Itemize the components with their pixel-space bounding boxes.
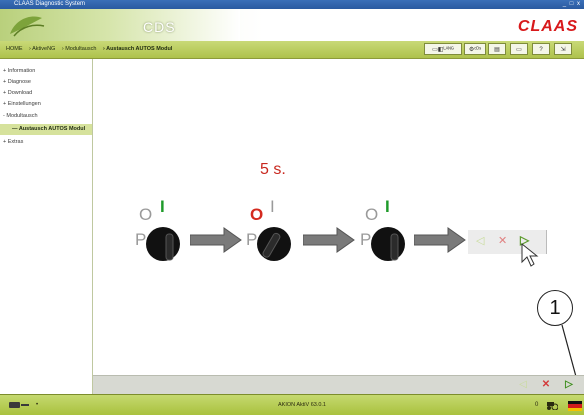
sidebar-item-extras[interactable]: + Extras xyxy=(3,137,23,147)
doc-button[interactable]: ▤ xyxy=(488,43,506,55)
breadcrumb-aktiveng[interactable]: › AktiveNG xyxy=(29,46,55,52)
switch1-on-label: I xyxy=(160,197,165,216)
help-button[interactable]: ? xyxy=(532,43,550,55)
status-bar: • AKION AktiV 63.0.1 0 xyxy=(0,394,584,415)
logo-leaf-icon xyxy=(10,16,45,37)
timer-label: 5 s. xyxy=(260,161,286,178)
arrow-1-icon xyxy=(190,227,242,253)
navigation-bar xyxy=(93,375,584,395)
app-header: CDS CLAAS xyxy=(0,9,584,41)
sidebar-item-modultausch[interactable]: - Modultausch xyxy=(3,111,38,121)
switch3-on-label: I xyxy=(385,197,390,216)
switch2-knob-icon xyxy=(257,227,291,261)
sidebar-item-austausch-autos-modul[interactable]: — Austausch AUTOS Modul xyxy=(12,124,85,134)
version-label: AKION AktiV 63.0.1 xyxy=(278,402,326,408)
sidebar-item-information[interactable]: + Information xyxy=(3,66,35,76)
arrow-2-icon xyxy=(303,227,355,253)
cancel-button[interactable]: ✕ xyxy=(538,378,554,391)
callout-number: 1 xyxy=(549,297,561,319)
connection-dots: • xyxy=(36,402,39,408)
arrow-3-icon xyxy=(414,227,466,253)
breadcrumb-home[interactable]: HOME xyxy=(6,46,23,52)
app-name: CDS xyxy=(143,19,176,35)
breadcrumb-current: › Austausch AUTOS Modul xyxy=(102,46,173,52)
back-button[interactable]: ◁ xyxy=(515,378,531,391)
connection-icon xyxy=(9,402,29,408)
breadcrumb: HOME › AktiveNG › Modultausch › Austausc… xyxy=(6,41,177,58)
window-controls[interactable]: _ □ x xyxy=(563,1,581,8)
language-flag-icon[interactable] xyxy=(568,401,582,411)
manual-button[interactable]: ▭◧ᴸᴬᴺᴳ xyxy=(424,43,462,55)
tractor-icon xyxy=(547,402,558,410)
mini-back-icon: ◁ xyxy=(476,235,485,247)
sidebar-item-einstellungen[interactable]: + Einstellungen xyxy=(3,99,41,109)
brand-logo: CLAAS xyxy=(517,18,578,35)
sidebar-item-download[interactable]: + Download xyxy=(3,88,32,98)
breadcrumb-modultausch[interactable]: › Modultausch xyxy=(62,46,97,52)
toolbar: HOME › AktiveNG › Modultausch › Austausc… xyxy=(0,41,584,59)
sidebar: + Information + Diagnose + Download + Ei… xyxy=(0,59,93,394)
main-content xyxy=(93,59,584,375)
sidebar-item-diagnose[interactable]: + Diagnose xyxy=(3,77,31,87)
mouse-cursor-icon xyxy=(521,242,539,267)
next-button[interactable]: ▷ xyxy=(561,378,577,391)
status-count: 0 xyxy=(535,402,539,408)
exit-button[interactable]: ⇲ xyxy=(554,43,572,55)
info-button[interactable]: ▭ xyxy=(510,43,528,55)
window-titlebar: CLAAS Diagnostic System _ □ x xyxy=(0,0,584,9)
switch3-knob-icon xyxy=(371,227,405,261)
switch2-on-label: I xyxy=(270,197,275,216)
window-title: CLAAS Diagnostic System xyxy=(14,1,86,7)
cds-button[interactable]: ⚙ᶜᴰˢ xyxy=(464,43,486,55)
mini-cancel-icon: ✕ xyxy=(498,235,508,247)
switch1-knob-icon xyxy=(146,227,180,261)
